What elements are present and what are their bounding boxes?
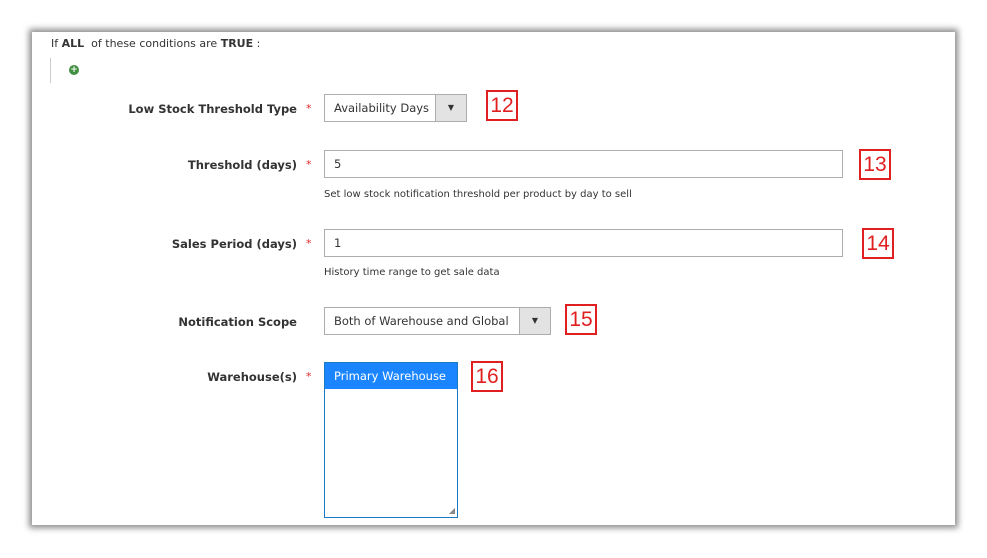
callout-badge: 14 — [862, 228, 894, 259]
callout-badge: 13 — [859, 149, 891, 180]
callout-badge: 15 — [565, 304, 597, 335]
threshold-days-note: Set low stock notification threshold per… — [324, 189, 632, 200]
sales-period-input[interactable]: 1 — [324, 229, 843, 257]
sales-period-note: History time range to get sale data — [324, 267, 500, 278]
sales-period-label: Sales Period (days) — [171, 237, 297, 251]
threshold-type-label: Low Stock Threshold Type — [128, 102, 297, 116]
chevron-down-icon: ▼ — [435, 95, 466, 121]
chevron-down-icon: ▼ — [519, 308, 550, 334]
notification-scope-value: Both of Warehouse and Global — [334, 314, 509, 328]
required-star: * — [306, 102, 312, 115]
threshold-type-value: Availability Days — [334, 101, 430, 115]
conditions-heading: If ALL of these conditions are TRUE : — [51, 37, 261, 50]
threshold-days-input[interactable]: 5 — [324, 150, 843, 178]
callout-badge: 16 — [471, 361, 503, 392]
required-star: * — [306, 370, 312, 383]
warehouses-multiselect[interactable]: Primary Warehouse ◢ — [324, 362, 458, 518]
required-star: * — [306, 237, 312, 250]
conditions-divider — [50, 58, 51, 83]
notification-scope-label: Notification Scope — [178, 315, 297, 329]
threshold-days-label: Threshold (days) — [187, 158, 297, 172]
warehouses-label: Warehouse(s) — [207, 370, 297, 384]
add-condition-plus-icon[interactable]: + — [69, 65, 79, 75]
threshold-type-select[interactable]: Availability Days ▼ — [324, 94, 467, 122]
resize-grip-icon[interactable]: ◢ — [449, 506, 455, 515]
warehouse-option-primary[interactable]: Primary Warehouse — [325, 363, 457, 389]
notification-scope-select[interactable]: Both of Warehouse and Global ▼ — [324, 307, 551, 335]
callout-badge: 12 — [486, 90, 518, 121]
required-star: * — [306, 158, 312, 171]
